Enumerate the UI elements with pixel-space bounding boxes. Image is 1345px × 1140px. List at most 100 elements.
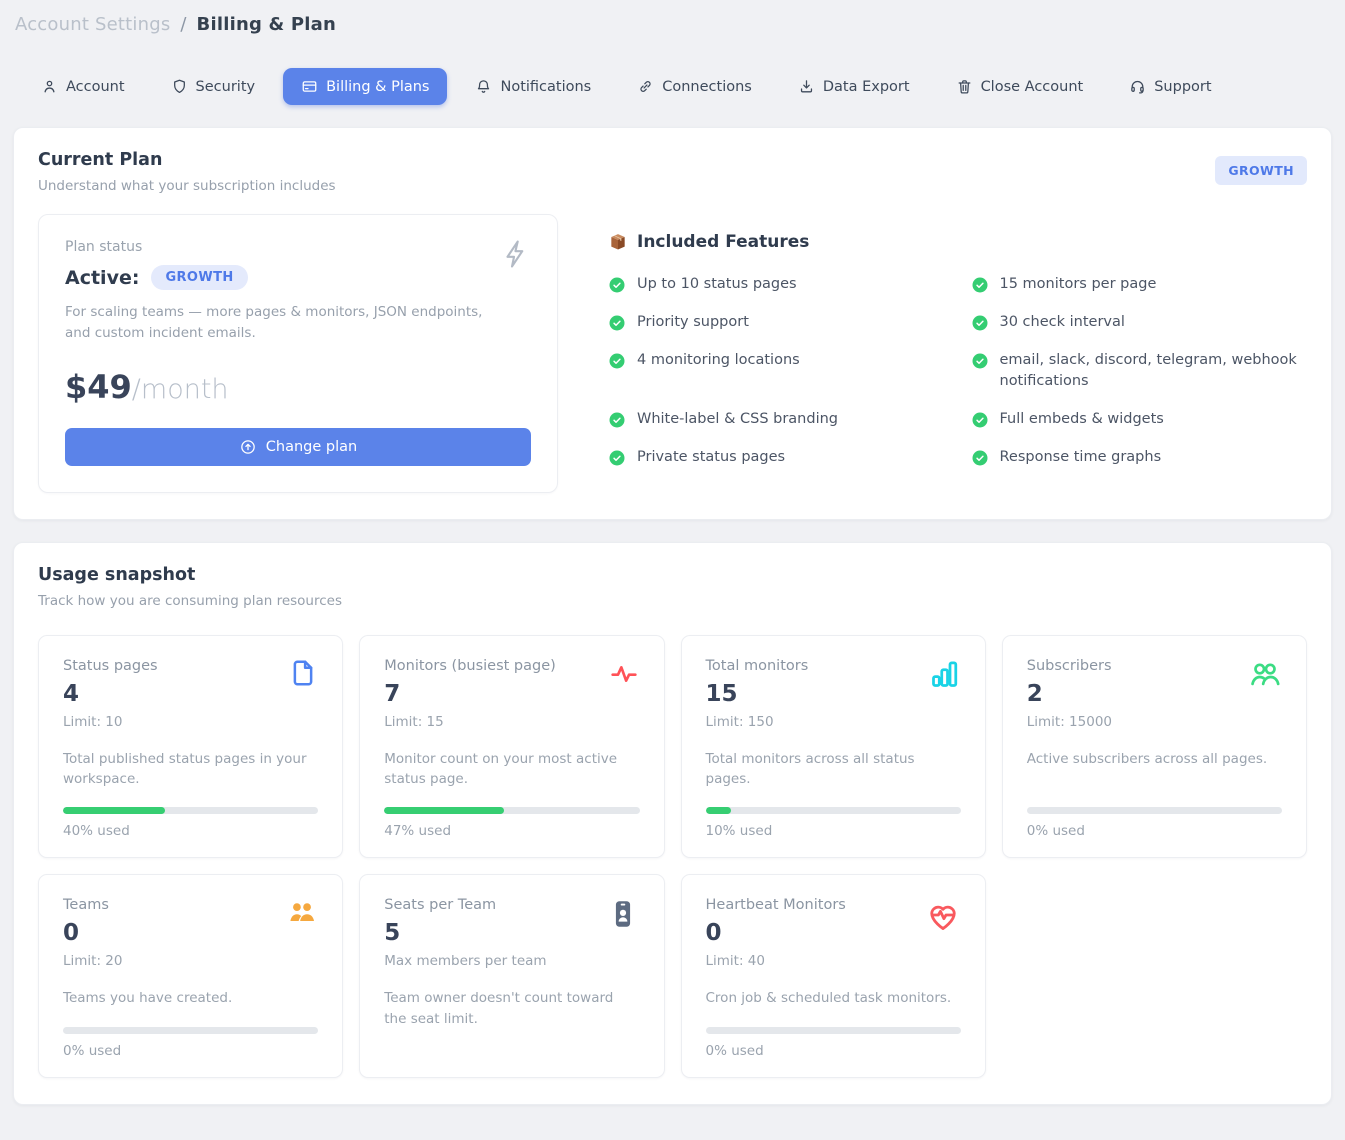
stat-description: Total published status pages in your wor… [63,749,318,790]
included-features: Included Features Up to 10 status pages … [608,214,1307,493]
feature-text: 30 check interval [1000,312,1125,334]
check-circle-icon [971,312,989,332]
percent-used-label: 10% used [706,823,961,839]
settings-tab[interactable]: Security [153,68,274,105]
feature-item: 30 check interval [971,312,1308,334]
settings-tab[interactable]: Account [23,68,143,105]
progress-bar [384,807,639,814]
id-badge-icon [606,897,640,931]
usage-subtitle: Track how you are consuming plan resourc… [38,593,342,609]
stat-description: Active subscribers across all pages. [1027,749,1282,769]
tab-label: Connections [662,79,752,95]
usage-stat-card: Total monitors 15 Limit: 150 Total monit… [681,635,986,859]
stat-label: Monitors (busiest page) [384,658,556,674]
stat-value: 5 [384,920,546,946]
check-circle-icon [971,409,989,429]
progress-bar [706,807,961,814]
settings-tab[interactable]: Notifications [457,68,609,105]
package-icon [608,232,628,252]
usage-progress: 10% used [706,789,961,839]
change-plan-button[interactable]: Change plan [65,428,531,466]
progress-fill [384,807,504,814]
stat-limit: Limit: 15000 [1027,714,1112,730]
plan-price-row: $49 /month [65,368,531,406]
features-grid: Up to 10 status pages 15 monitors per pa… [608,274,1307,469]
usage-progress: 40% used [63,789,318,839]
stat-description: Teams you have created. [63,988,318,1008]
stat-value: 4 [63,681,158,707]
headset-icon [1129,78,1146,95]
tab-label: Account [66,79,125,95]
percent-used-label: 0% used [1027,823,1282,839]
current-plan-section: Current Plan Understand what your subscr… [13,127,1332,520]
feature-item: email, slack, discord, telegram, webhook… [971,350,1308,394]
feature-item: 15 monitors per page [971,274,1308,296]
plan-state: Active: [65,267,139,289]
shield-icon [171,78,188,95]
usage-progress: 0% used [63,1009,318,1059]
current-plan-title: Current Plan [38,150,336,170]
feature-text: Up to 10 status pages [637,274,797,296]
stat-value: 2 [1027,681,1112,707]
trash-icon [956,78,973,95]
percent-used-label: 0% used [63,1043,318,1059]
breadcrumb-parent[interactable]: Account Settings [15,14,170,35]
usage-progress: 0% used [706,1009,961,1059]
page-title: Billing & Plan [197,14,336,35]
stat-value: 0 [63,920,122,946]
settings-tab[interactable]: Support [1111,68,1229,105]
stat-description: Monitor count on your most active status… [384,749,639,790]
stat-limit: Limit: 10 [63,714,158,730]
usage-stat-card: Teams 0 Limit: 20 Teams you have created… [38,874,343,1077]
settings-tab[interactable]: Close Account [938,68,1102,105]
feature-text: 15 monitors per page [1000,274,1157,296]
check-circle-icon [971,447,989,467]
progress-fill [63,807,165,814]
stat-value: 15 [706,681,809,707]
feature-text: Private status pages [637,447,785,469]
stat-limit: Limit: 20 [63,953,122,969]
billing-plan-page: Account Settings / Billing & Plan Accoun… [0,0,1345,1140]
usage-stat-card: Seats per Team 5 Max members per team Te… [359,874,664,1077]
stat-label: Seats per Team [384,897,546,913]
feature-text: Priority support [637,312,749,334]
stat-description: Total monitors across all status pages. [706,749,961,790]
percent-used-label: 47% used [384,823,639,839]
plan-status-label: Plan status [65,239,531,255]
change-plan-label: Change plan [266,439,357,455]
stat-label: Subscribers [1027,658,1112,674]
usage-progress: 0% used [1027,789,1282,839]
percent-used-label: 0% used [706,1043,961,1059]
settings-tab[interactable]: Connections [619,68,770,105]
stat-limit: Limit: 15 [384,714,556,730]
usage-grid: Status pages 4 Limit: 10 Total published… [38,635,1307,1078]
feature-item: Private status pages [608,447,945,469]
check-circle-icon [971,274,989,294]
stat-value: 0 [706,920,846,946]
arrow-up-circle-icon [239,438,257,456]
link-icon [637,78,654,95]
feature-item: Priority support [608,312,945,334]
stat-limit: Limit: 40 [706,953,846,969]
usage-stat-card: Subscribers 2 Limit: 15000 Active subscr… [1002,635,1307,859]
stat-limit: Max members per team [384,953,546,969]
stat-value: 7 [384,681,556,707]
tab-label: Notifications [500,79,591,95]
settings-tab-bar: Account Security Billing & Plans [13,68,1332,105]
usage-stat-card: Status pages 4 Limit: 10 Total published… [38,635,343,859]
stat-label: Status pages [63,658,158,674]
check-circle-icon [608,409,626,429]
feature-item: 4 monitoring locations [608,350,945,394]
tab-label: Billing & Plans [326,79,429,95]
current-plan-subtitle: Understand what your subscription includ… [38,178,336,194]
stat-limit: Limit: 150 [706,714,809,730]
usage-stat-card: Heartbeat Monitors 0 Limit: 40 Cron job … [681,874,986,1077]
check-circle-icon [608,350,626,370]
settings-tab[interactable]: Data Export [780,68,928,105]
usage-snapshot-section: Usage snapshot Track how you are consumi… [13,542,1332,1105]
progress-fill [706,807,732,814]
plan-description: For scaling teams — more pages & monitor… [65,302,495,344]
settings-tab[interactable]: Billing & Plans [283,68,447,105]
tab-label: Data Export [823,79,910,95]
teams-icon [286,897,318,929]
